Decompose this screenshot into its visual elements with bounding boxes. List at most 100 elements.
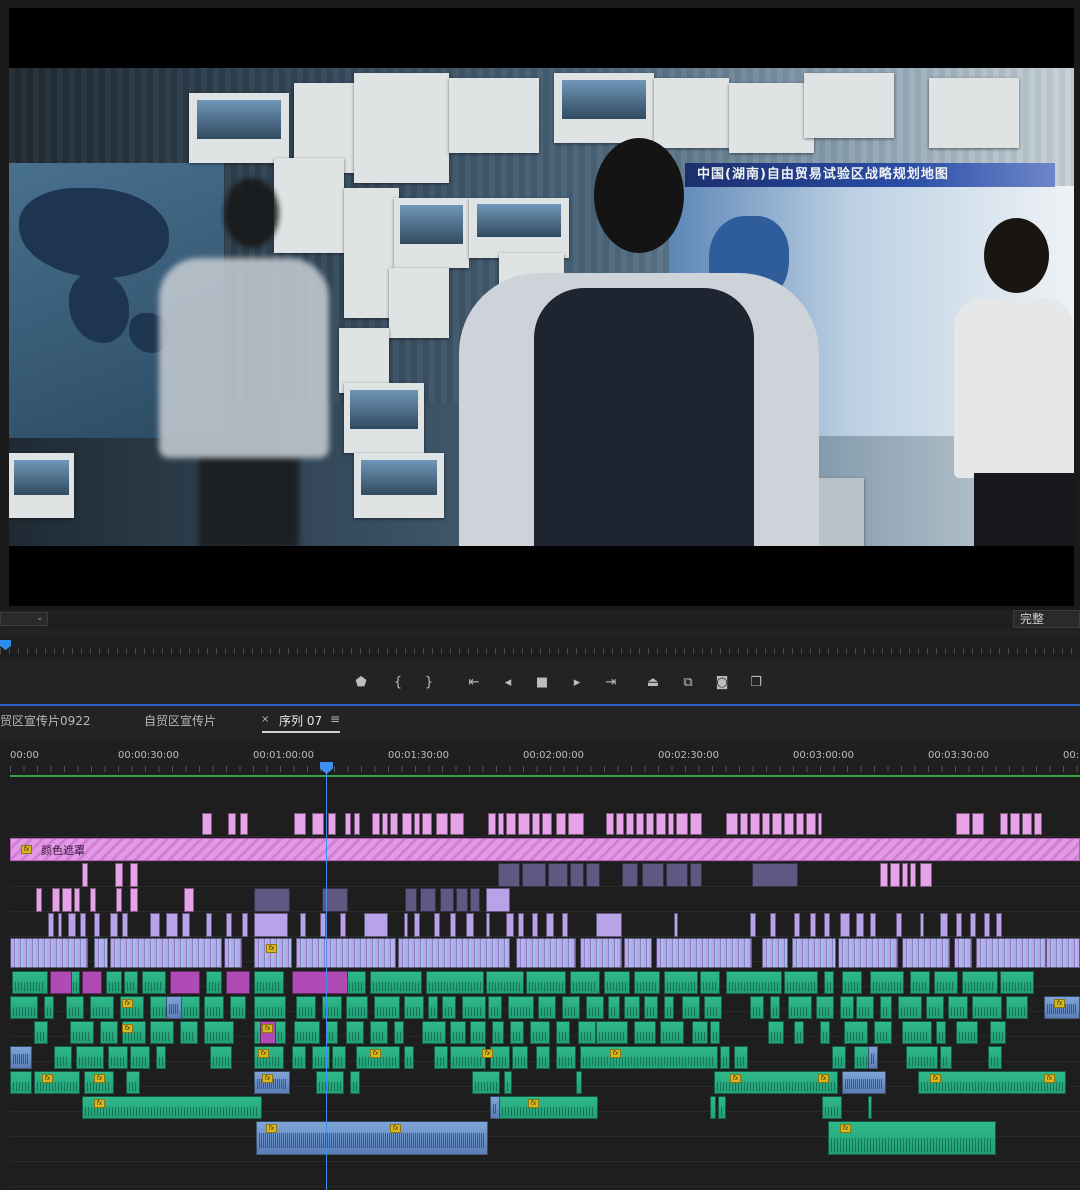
- audio-clip[interactable]: [556, 1046, 576, 1069]
- video-clip[interactable]: [450, 813, 464, 835]
- audio-clip[interactable]: [292, 1046, 306, 1069]
- video-clip[interactable]: [896, 913, 902, 937]
- video-clip[interactable]: [626, 813, 634, 835]
- adjustment-layer-clip[interactable]: fx 颜色遮罩: [10, 838, 1080, 861]
- video-clip[interactable]: [870, 913, 876, 937]
- video-clip[interactable]: [36, 888, 42, 912]
- lift-icon[interactable]: ⏏: [642, 673, 664, 691]
- tab-sequence-promo[interactable]: 自贸区宣传片: [144, 712, 216, 729]
- audio-clip[interactable]: [462, 996, 486, 1019]
- video-clip[interactable]: [296, 938, 396, 968]
- audio-clip[interactable]: [254, 996, 286, 1019]
- audio-clip[interactable]: [870, 971, 904, 994]
- video-clip[interactable]: [434, 913, 440, 937]
- audio-clip[interactable]: [750, 996, 764, 1019]
- audio-clip[interactable]: [450, 1046, 486, 1069]
- video-clip[interactable]: [726, 813, 738, 835]
- audio-clip[interactable]: [988, 1046, 1002, 1069]
- audio-clip[interactable]: [910, 971, 930, 994]
- audio-clip[interactable]: [294, 1021, 320, 1044]
- video-clip[interactable]: [150, 913, 160, 937]
- video-clip[interactable]: [202, 813, 212, 835]
- video-clip[interactable]: [506, 813, 516, 835]
- go-to-in-icon[interactable]: ⇤: [463, 673, 485, 691]
- audio-clip[interactable]: [934, 971, 958, 994]
- audio-clip[interactable]: [426, 971, 484, 994]
- audio-clip[interactable]: [880, 996, 892, 1019]
- audio-clip[interactable]: [770, 996, 780, 1019]
- audio-clip[interactable]: [660, 1021, 684, 1044]
- audio-clip[interactable]: [422, 1021, 446, 1044]
- video-clip[interactable]: [130, 863, 138, 887]
- video-clip[interactable]: [976, 938, 1046, 968]
- video-clip[interactable]: [840, 913, 850, 937]
- video-clip[interactable]: [902, 863, 908, 887]
- video-clip[interactable]: [390, 813, 398, 835]
- video-clip[interactable]: [405, 888, 417, 912]
- video-clip[interactable]: [440, 888, 454, 912]
- audio-clip[interactable]: [664, 996, 674, 1019]
- close-tab-icon[interactable]: ×: [261, 714, 269, 725]
- audio-clip[interactable]: [710, 1021, 720, 1044]
- audio-clip[interactable]: [374, 996, 400, 1019]
- audio-clip[interactable]: [350, 1071, 360, 1094]
- video-clip[interactable]: [450, 913, 456, 937]
- audio-clip[interactable]: [644, 996, 658, 1019]
- audio-clip[interactable]: [450, 1021, 466, 1044]
- video-clip[interactable]: [58, 913, 62, 937]
- video-clip[interactable]: [166, 913, 178, 937]
- audio-clip[interactable]: [936, 1021, 946, 1044]
- video-clip[interactable]: [570, 863, 584, 887]
- video-clip[interactable]: [806, 813, 816, 835]
- video-clip[interactable]: [68, 913, 76, 937]
- video-clip[interactable]: [228, 813, 236, 835]
- audio-clip[interactable]: [530, 1021, 550, 1044]
- video-clip[interactable]: [956, 813, 970, 835]
- audio-clip[interactable]: [12, 971, 48, 994]
- audio-clip[interactable]: [54, 1046, 72, 1069]
- audio-clip[interactable]: [130, 1046, 150, 1069]
- audio-clip[interactable]: [906, 1046, 938, 1069]
- video-clip[interactable]: [1010, 813, 1020, 835]
- video-clip[interactable]: [624, 938, 652, 968]
- audio-clip[interactable]: [332, 1046, 346, 1069]
- video-clip[interactable]: [750, 813, 760, 835]
- video-clip[interactable]: [422, 813, 432, 835]
- audio-clip[interactable]: [10, 996, 38, 1019]
- video-clip[interactable]: [414, 813, 420, 835]
- timeline-panel[interactable]: 00:00 00:00:30:00 00:01:00:00 00:01:30:0…: [0, 740, 1080, 1190]
- video-clip[interactable]: [838, 938, 898, 968]
- audio-clip[interactable]: [856, 996, 874, 1019]
- video-clip[interactable]: [568, 813, 584, 835]
- audio-clip[interactable]: [704, 996, 722, 1019]
- video-clip[interactable]: [328, 813, 336, 835]
- video-clip[interactable]: [50, 971, 72, 994]
- video-clip[interactable]: [488, 813, 496, 835]
- audio-clip[interactable]: [230, 996, 246, 1019]
- video-clip[interactable]: [110, 913, 118, 937]
- video-clip[interactable]: [636, 813, 644, 835]
- audio-clip[interactable]: [556, 1021, 570, 1044]
- track-area[interactable]: fx 颜色遮罩 fx fx fx fx fx fx fx fx fx fx fx fx fx fx fx fx…: [10, 778, 1080, 1190]
- audio-clip[interactable]: [842, 1071, 886, 1094]
- audio-clip[interactable]: [404, 996, 424, 1019]
- audio-clip[interactable]: [254, 971, 284, 994]
- audio-clip[interactable]: [608, 996, 620, 1019]
- audio-clip[interactable]: [490, 1046, 510, 1069]
- video-clip[interactable]: [972, 813, 984, 835]
- audio-clip[interactable]: [370, 971, 422, 994]
- audio-clip[interactable]: [840, 996, 854, 1019]
- video-clip[interactable]: [606, 813, 614, 835]
- video-clip[interactable]: [792, 938, 836, 968]
- audio-clip[interactable]: [204, 996, 224, 1019]
- video-clip[interactable]: [546, 913, 554, 937]
- audio-clip[interactable]: [734, 1046, 748, 1069]
- audio-clip[interactable]: [180, 1021, 198, 1044]
- video-clip[interactable]: [414, 913, 420, 937]
- video-clip[interactable]: [300, 913, 306, 937]
- audio-clip[interactable]: [442, 996, 456, 1019]
- audio-clip[interactable]: [44, 996, 54, 1019]
- step-forward-icon[interactable]: ▸: [566, 673, 588, 691]
- stop-icon[interactable]: ■: [531, 673, 553, 691]
- video-clip[interactable]: [690, 813, 702, 835]
